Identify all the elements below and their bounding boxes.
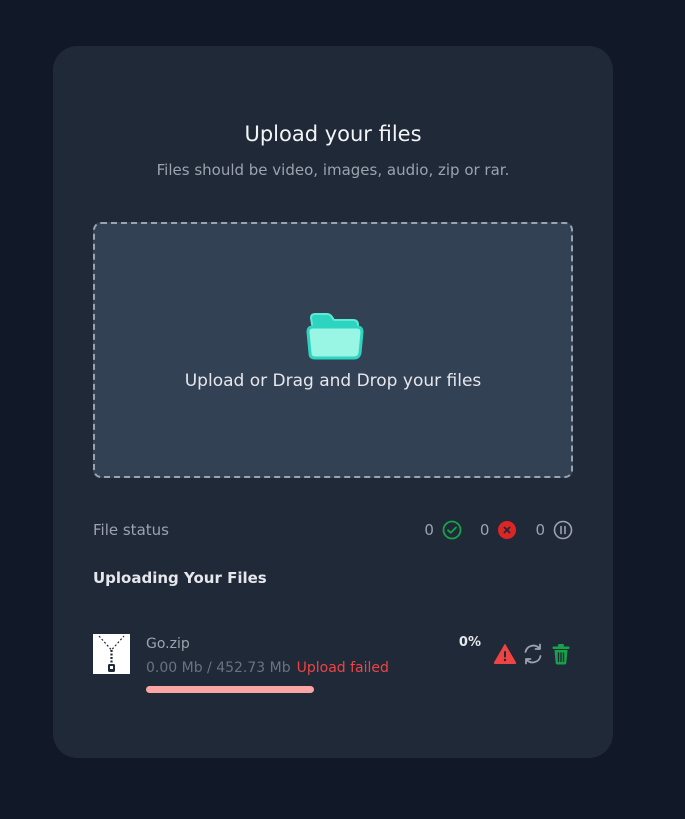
page-title: Upload your files	[244, 122, 422, 146]
uploading-files-title: Uploading Your Files	[93, 569, 267, 587]
dropzone-label: Upload or Drag and Drop your files	[184, 371, 482, 391]
page-subtitle: Files should be video, images, audio, zi…	[156, 161, 510, 179]
upload-card: Upload your files Files should be video,…	[53, 46, 613, 758]
success-count: 0	[424, 521, 434, 539]
folder-icon	[305, 312, 365, 362]
paused-count: 0	[535, 521, 545, 539]
upload-file-item: Go.zip 0.00 Mb / 452.73 Mb Upload failed …	[93, 634, 573, 694]
file-name: Go.zip	[146, 636, 190, 652]
upload-percent: 0%	[458, 635, 481, 650]
upload-error-text: Upload failed	[296, 660, 389, 676]
delete-icon[interactable]	[549, 642, 573, 666]
file-meta: 0.00 Mb / 452.73 Mb Upload failed	[146, 659, 389, 677]
file-dropzone[interactable]: Upload or Drag and Drop your files	[93, 222, 573, 478]
x-circle-icon	[497, 520, 517, 540]
warning-icon	[493, 642, 517, 666]
upload-progress-bar	[146, 686, 314, 693]
file-actions	[493, 642, 573, 666]
error-count: 0	[479, 521, 490, 539]
zip-file-icon	[93, 634, 130, 674]
file-status-label: File status	[93, 521, 169, 539]
file-size: 0.00 Mb / 452.73 Mb	[146, 660, 291, 676]
pause-circle-icon	[553, 520, 573, 540]
retry-icon[interactable]	[521, 642, 545, 666]
check-circle-icon	[442, 520, 462, 540]
file-status-counts: 0 0 0	[424, 519, 573, 541]
